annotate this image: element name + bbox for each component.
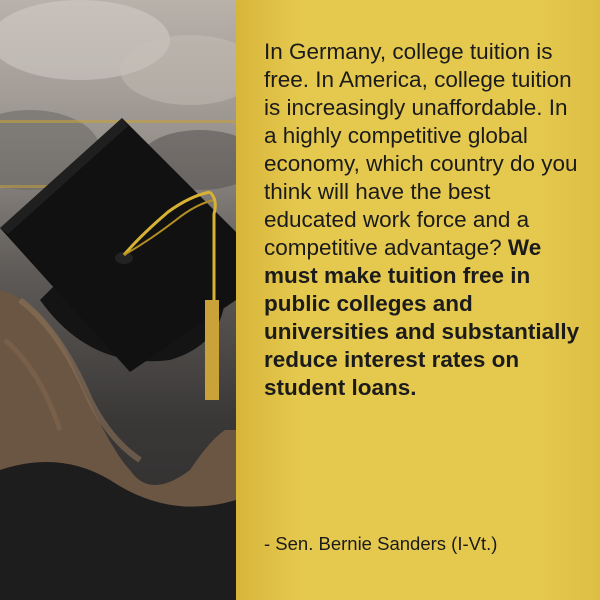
quote-card: In Germany, college tuition is free. In … xyxy=(0,0,600,600)
quote-attribution: - Sen. Bernie Sanders (I-Vt.) xyxy=(264,533,498,554)
quote-text: In Germany, college tuition is free. In … xyxy=(264,38,584,402)
quote-regular-text: In Germany, college tuition is free. In … xyxy=(264,39,578,260)
